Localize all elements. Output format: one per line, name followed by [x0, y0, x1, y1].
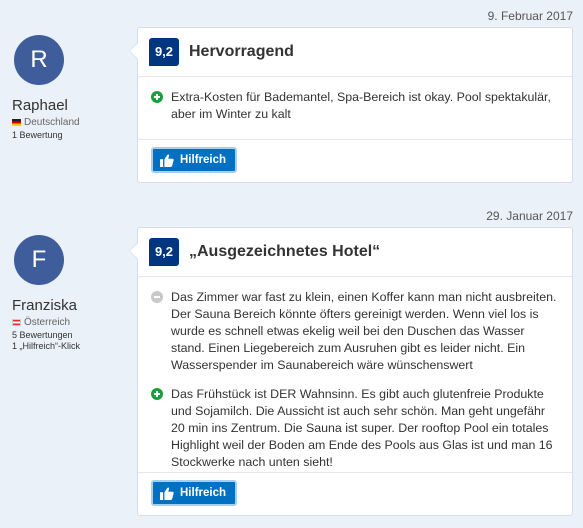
review-date: 29. Januar 2017: [486, 209, 573, 223]
avatar[interactable]: F: [14, 235, 64, 285]
helpful-count: 1 „Hilfreich“-Klick: [12, 341, 81, 351]
reviewer-info: F Franziska Österreich 5 Bewertungen 1 „…: [12, 235, 132, 352]
helpful-label: Hilfreich: [180, 487, 227, 499]
negative-comment: Das Zimmer war fast zu klein, einen Koff…: [151, 289, 558, 374]
score-badge: 9,2: [149, 38, 179, 66]
helpful-button[interactable]: Hilfreich: [151, 147, 238, 173]
helpful-label: Hilfreich: [180, 154, 227, 166]
review-card: 9,2 Hervorragend Extra-Kosten für Badema…: [129, 27, 573, 183]
review-card: 9,2 „Ausgezeichnetes Hotel“ Das Zimmer w…: [129, 227, 573, 516]
country-name: Deutschland: [24, 117, 80, 128]
positive-text: Extra-Kosten für Bademantel, Spa-Bereich…: [171, 90, 551, 121]
negative-text: Das Zimmer war fast zu klein, einen Koff…: [171, 290, 557, 372]
review-footer: Hilfreich: [138, 139, 572, 182]
plus-circle-icon: [151, 91, 163, 103]
reviewer-info: R Raphael Deutschland 1 Bewertung: [12, 35, 132, 141]
reviewer-name[interactable]: Franziska: [12, 297, 132, 314]
reviewer-country: Österreich: [12, 317, 132, 328]
thumbs-up-icon: [160, 154, 174, 167]
positive-comment: Extra-Kosten für Bademantel, Spa-Bereich…: [151, 89, 558, 123]
review-header: 9,2 „Ausgezeichnetes Hotel“: [138, 228, 572, 277]
flag-de-icon: [12, 119, 21, 126]
plus-circle-icon: [151, 388, 163, 400]
positive-comment: Das Frühstück ist DER Wahnsinn. Es gibt …: [151, 386, 558, 471]
thumbs-up-icon: [160, 487, 174, 500]
avatar[interactable]: R: [14, 35, 64, 85]
review-count: 1 Bewertung: [12, 130, 63, 140]
review-title: Hervorragend: [189, 43, 294, 60]
country-name: Österreich: [24, 317, 71, 328]
review-footer: Hilfreich: [138, 472, 572, 515]
review-body: Das Zimmer war fast zu klein, einen Koff…: [138, 277, 572, 471]
review-date: 9. Februar 2017: [487, 9, 573, 23]
reviewer-name[interactable]: Raphael: [12, 97, 132, 114]
helpful-button[interactable]: Hilfreich: [151, 480, 238, 506]
score-badge: 9,2: [149, 238, 179, 266]
review-body: Extra-Kosten für Bademantel, Spa-Bereich…: [138, 77, 572, 123]
reviewer-country: Deutschland: [12, 117, 132, 128]
review-title: „Ausgezeichnetes Hotel“: [189, 243, 381, 260]
review-count: 5 Bewertungen: [12, 330, 73, 340]
review-header: 9,2 Hervorragend: [138, 28, 572, 77]
positive-text: Das Frühstück ist DER Wahnsinn. Es gibt …: [171, 387, 553, 469]
flag-at-icon: [12, 319, 21, 326]
minus-circle-icon: [151, 291, 163, 303]
